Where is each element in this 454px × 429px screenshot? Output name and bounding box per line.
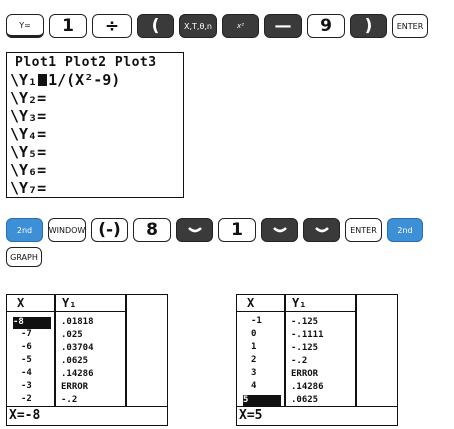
table-header: X Y₁: [7, 295, 125, 312]
one-key-2[interactable]: 1: [218, 218, 256, 242]
enter-key[interactable]: ENTER: [392, 14, 428, 38]
keystroke-row-2: 2nd WINDOW (-) 8 1 ENTER 2nd: [6, 218, 428, 242]
y2-line[interactable]: \Y₂=: [10, 90, 46, 106]
keystroke-row-3: GRAPH: [6, 247, 47, 267]
table-y-cell[interactable]: .025: [61, 331, 83, 340]
table-screen-right: X Y₁ -1 -.125 0 -.1111 1 -.125 2 -.2 3 ERROR 4 .142…: [236, 294, 398, 426]
table-y-cell[interactable]: -.2: [291, 357, 307, 366]
xton-key[interactable]: X,T,θ,n: [179, 14, 217, 38]
table-x-cell[interactable]: -5: [21, 356, 32, 365]
column-divider: [284, 295, 286, 407]
x-column-header: X: [247, 296, 255, 310]
eight-key[interactable]: 8: [133, 218, 171, 242]
cursor-readout: X=-8: [9, 408, 41, 423]
chevron-down-icon: [187, 226, 202, 232]
divide-key[interactable]: ÷: [92, 14, 132, 38]
table-x-cell[interactable]: 1: [251, 343, 256, 352]
nine-key[interactable]: 9: [307, 14, 345, 38]
table-y-cell[interactable]: .14286: [61, 370, 94, 379]
down-arrow-key-2[interactable]: [261, 218, 298, 242]
table-y-cell[interactable]: -.2: [61, 396, 77, 405]
chevron-down-icon: [272, 226, 287, 232]
y1-label: \Y₁: [10, 71, 38, 89]
x-column-header: X: [17, 296, 25, 310]
table-y-cell[interactable]: .01818: [61, 318, 94, 327]
table-header: X Y₁: [237, 295, 355, 312]
table-x-cell[interactable]: -8: [13, 317, 51, 329]
plot-selectors: Plot1 Plot2 Plot3: [15, 55, 157, 70]
keystroke-row-1: Y= 1 ÷ ( X,T,θ,n x² — 9 ) ENTER: [6, 14, 433, 38]
table-y-cell[interactable]: -.125: [291, 344, 318, 353]
negative-key[interactable]: (-): [91, 218, 128, 242]
table-y-cell[interactable]: .14286: [291, 383, 324, 392]
table-y-cell[interactable]: -.125: [291, 318, 318, 327]
table-footer: X=5: [237, 406, 397, 425]
table-x-cell[interactable]: 2: [251, 356, 256, 365]
y1-expression[interactable]: 1/(X²-9): [48, 71, 120, 89]
column-divider: [125, 295, 127, 407]
minus-key[interactable]: —: [264, 14, 302, 38]
down-arrow-key[interactable]: [176, 218, 213, 242]
second-key-2[interactable]: 2nd: [387, 218, 423, 242]
selected-equals-marker: [38, 74, 48, 86]
enter-key-2[interactable]: ENTER: [345, 218, 382, 242]
right-paren-key[interactable]: ): [350, 14, 387, 38]
table-y-cell[interactable]: .03704: [61, 344, 94, 353]
y5-line[interactable]: \Y₅=: [10, 144, 46, 160]
table-x-cell[interactable]: -4: [21, 369, 32, 378]
y6-line[interactable]: \Y₆=: [10, 162, 46, 178]
down-arrow-key-3[interactable]: [303, 218, 340, 242]
table-footer: X=-8: [7, 406, 167, 425]
table-screen-left: X Y₁ -8 .01818 -7 .025 -6 .03704 -5 .0625 -4 .142…: [6, 294, 168, 426]
table-x-cell[interactable]: -7: [21, 330, 32, 339]
table-y-cell[interactable]: .0625: [61, 357, 88, 366]
y4-line[interactable]: \Y₄=: [10, 126, 46, 142]
y1-column-header: Y₁: [62, 296, 77, 310]
second-key[interactable]: 2nd: [6, 218, 43, 242]
squared-key[interactable]: x²: [222, 14, 259, 38]
table-x-cell[interactable]: -1: [251, 317, 262, 326]
cursor-readout: X=5: [239, 408, 263, 423]
window-key[interactable]: WINDOW: [48, 218, 86, 242]
y3-line[interactable]: \Y₃=: [10, 108, 46, 124]
y1-line: \Y₁ 1/(X²-9): [10, 72, 120, 88]
chevron-down-icon: [314, 226, 329, 232]
table-x-cell[interactable]: 0: [251, 330, 256, 339]
table-y-cell[interactable]: .0625: [291, 396, 318, 405]
left-paren-key[interactable]: (: [137, 14, 174, 38]
table-x-cell[interactable]: 3: [251, 369, 256, 378]
table-y-cell[interactable]: -.1111: [291, 331, 324, 340]
table-x-cell[interactable]: -3: [21, 382, 32, 391]
y1-column-header: Y₁: [292, 296, 307, 310]
column-divider: [355, 295, 357, 407]
table-x-cell[interactable]: -6: [21, 343, 32, 352]
graph-key[interactable]: GRAPH: [6, 247, 42, 267]
y7-line[interactable]: \Y₇=: [10, 180, 46, 196]
table-y-cell[interactable]: ERROR: [291, 370, 318, 379]
table-x-cell[interactable]: -2: [21, 395, 32, 404]
column-divider: [54, 295, 56, 407]
table-x-cell[interactable]: 4: [251, 382, 256, 391]
table-y-cell[interactable]: ERROR: [61, 383, 88, 392]
y-equals-screen: Plot1 Plot2 Plot3 \Y₁ 1/(X²-9) \Y₂= \Y₃= …: [6, 52, 184, 198]
y-equals-key[interactable]: Y=: [6, 14, 44, 38]
one-key[interactable]: 1: [49, 14, 87, 38]
